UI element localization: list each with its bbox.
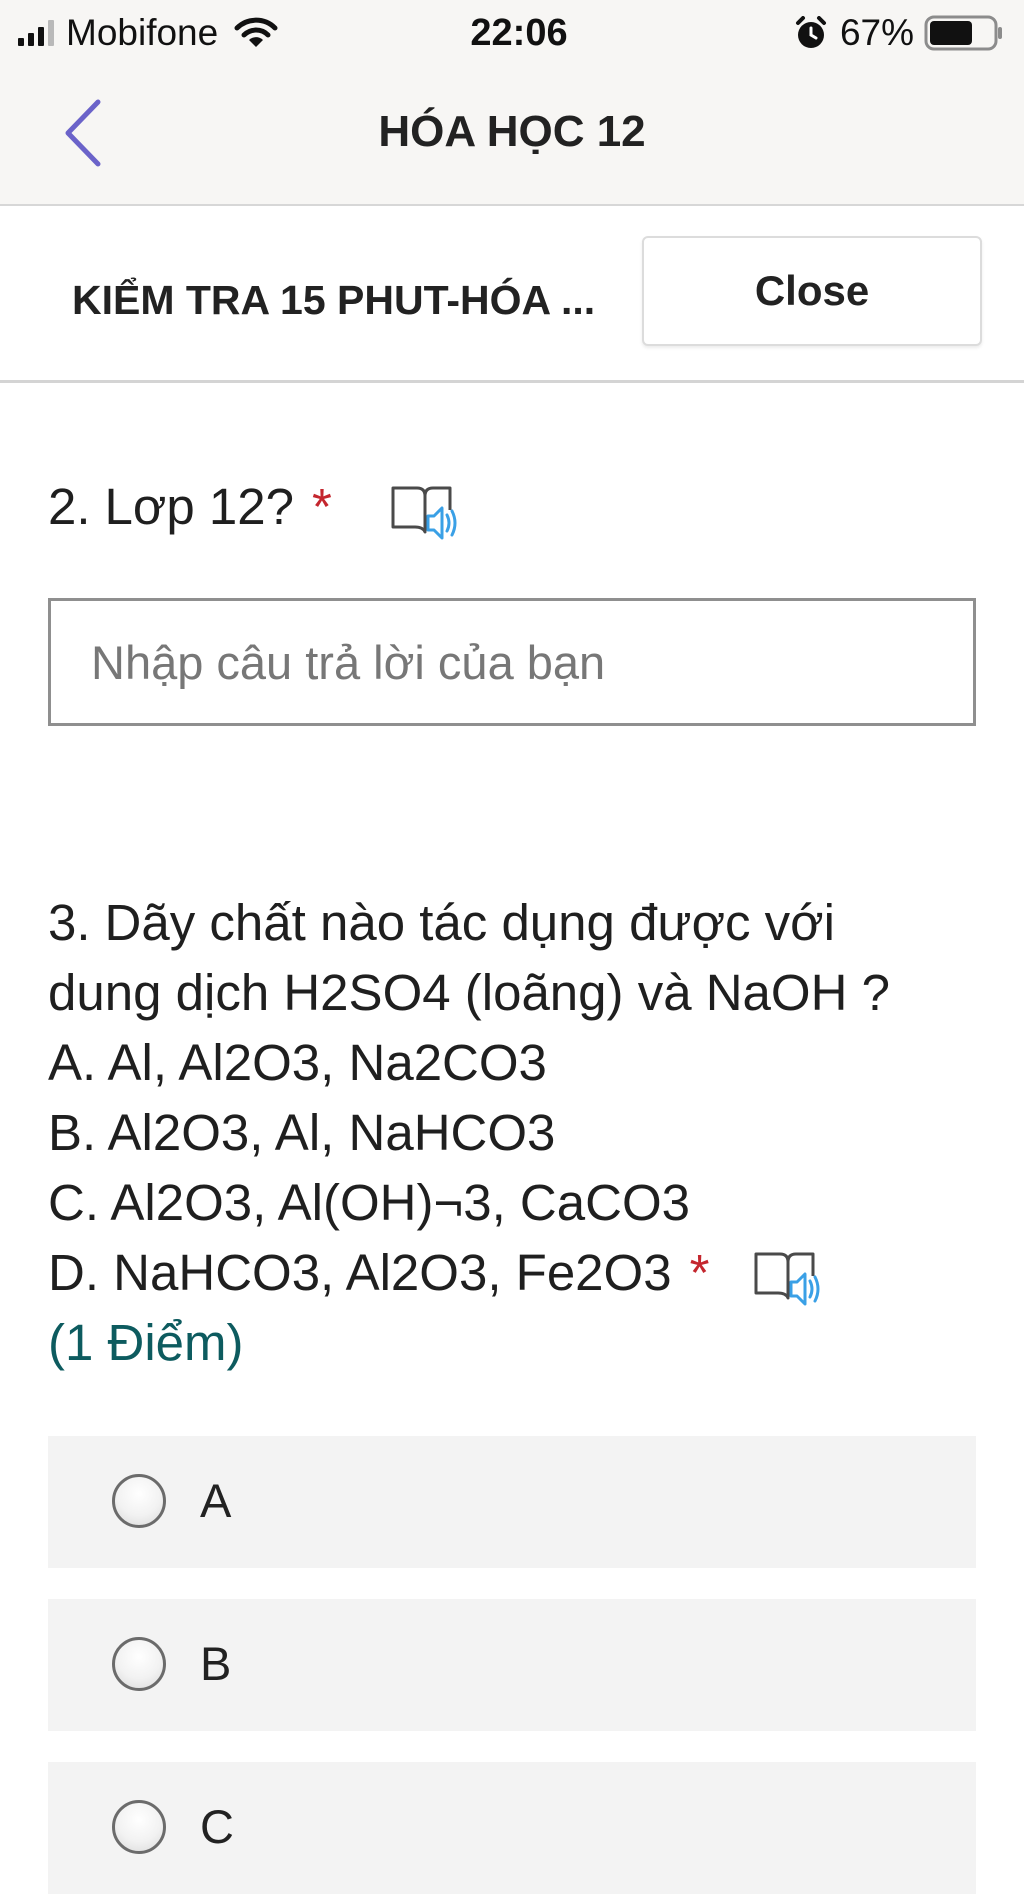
question-text: Lơp 12? bbox=[104, 478, 294, 535]
option-a[interactable]: A bbox=[48, 1436, 976, 1568]
question-number: 2. bbox=[48, 478, 91, 535]
points-label: (1 Điểm) bbox=[48, 1314, 244, 1371]
question-3-line: C. Al2O3, Al(OH)¬3, CaCO3 bbox=[48, 1174, 690, 1231]
radio-button[interactable] bbox=[112, 1474, 166, 1528]
form-title-bar: KIỂM TRA 15 PHUT-HÓA ... Close bbox=[0, 206, 1024, 383]
status-bar: Mobifone 22:06 67% bbox=[0, 0, 1024, 66]
form-title: KIỂM TRA 15 PHUT-HÓA ... bbox=[72, 277, 596, 323]
battery-percent: 67% bbox=[839, 12, 914, 53]
option-label: B bbox=[200, 1637, 232, 1690]
answer-input[interactable] bbox=[48, 598, 976, 726]
radio-button[interactable] bbox=[112, 1637, 166, 1691]
immersive-reader-icon[interactable] bbox=[753, 1246, 823, 1308]
question-2-title: 2. Lơp 12? * bbox=[48, 472, 460, 542]
option-c[interactable]: C bbox=[48, 1762, 976, 1894]
radio-button[interactable] bbox=[112, 1800, 166, 1854]
question-3: 3. Dãy chất nào tác dụng được với dung dị… bbox=[48, 888, 998, 1378]
option-label: A bbox=[200, 1474, 232, 1527]
question-3-line: B. Al2O3, Al, NaHCO3 bbox=[48, 1104, 556, 1161]
alarm-icon bbox=[795, 16, 826, 48]
nav-header: HÓA HỌC 12 bbox=[0, 66, 1024, 206]
option-b[interactable]: B bbox=[48, 1599, 976, 1731]
close-button[interactable]: Close bbox=[642, 236, 982, 346]
question-3-line: A. Al, Al2O3, Na2CO3 bbox=[48, 1034, 547, 1091]
battery-icon bbox=[924, 15, 1002, 51]
question-3-line: 3. Dãy chất nào tác dụng được với bbox=[48, 888, 998, 958]
question-3-line: D. NaHCO3, Al2O3, Fe2O3 * bbox=[48, 1238, 998, 1308]
page-title: HÓA HỌC 12 bbox=[378, 107, 646, 156]
question-3-line: dung dịch H2SO4 (loãng) và NaOH ? bbox=[48, 964, 890, 1021]
option-label: C bbox=[200, 1800, 234, 1853]
required-asterisk: * bbox=[689, 1244, 710, 1301]
question-text: D. NaHCO3, Al2O3, Fe2O3 bbox=[48, 1244, 672, 1301]
question-text: Dãy chất nào tác dụng được với bbox=[104, 894, 835, 951]
required-asterisk: * bbox=[311, 478, 332, 535]
question-number: 3. bbox=[48, 894, 91, 951]
immersive-reader-icon[interactable] bbox=[390, 480, 460, 542]
